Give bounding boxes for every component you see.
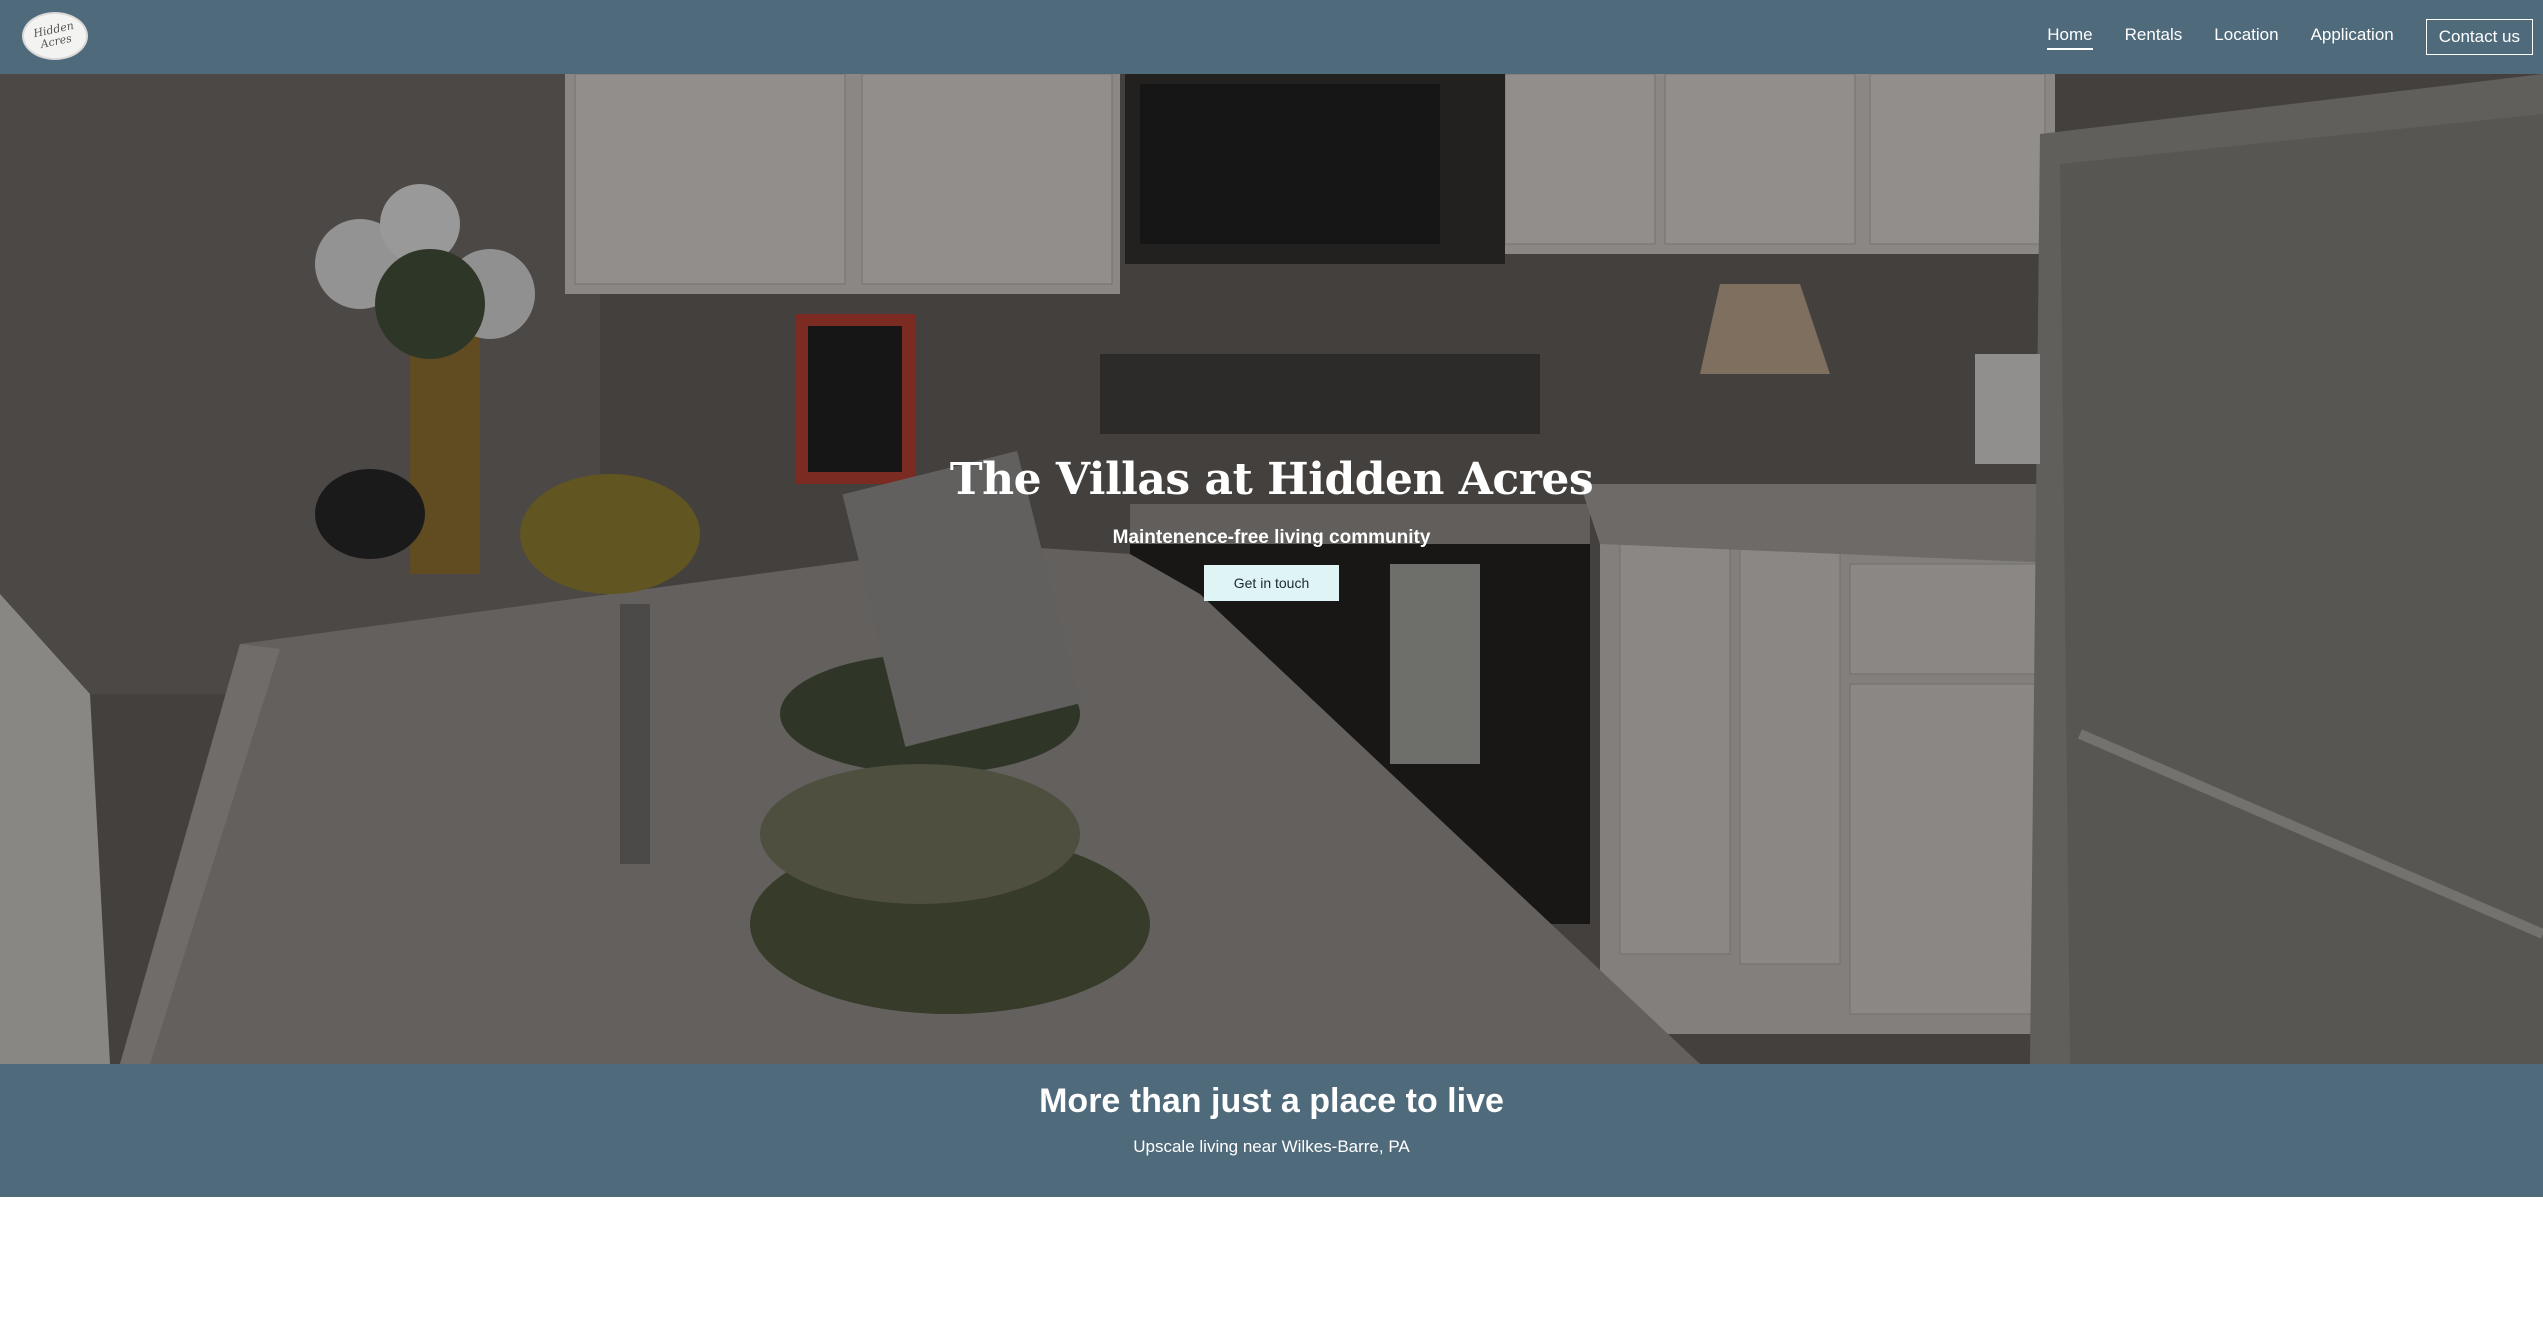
nav-link-home[interactable]: Home — [2047, 25, 2093, 50]
intro-band: More than just a place to live Upscale l… — [0, 1064, 2543, 1197]
nav-link-application[interactable]: Application — [2311, 25, 2394, 50]
hero-subtitle: Maintenence-free living community — [1112, 527, 1431, 548]
nav-link-location[interactable]: Location — [2214, 25, 2278, 50]
hero-title: The Villas at Hidden Acres — [949, 454, 1594, 505]
logo-text: Hidden Acres — [32, 19, 75, 52]
navbar: Hidden Acres Home Rentals Location Appli… — [0, 0, 2543, 74]
section-title: More than just a place to live — [1039, 1082, 1504, 1120]
hero-content: The Villas at Hidden Acres Maintenence-f… — [0, 454, 2543, 601]
site-logo[interactable]: Hidden Acres — [22, 12, 88, 60]
nav-link-rentals[interactable]: Rentals — [2125, 25, 2183, 50]
section-subtitle: Upscale living near Wilkes-Barre, PA — [1133, 1137, 1410, 1156]
nav-links: Home Rentals Location Application Contac… — [2015, 0, 2533, 74]
hero-section: The Villas at Hidden Acres Maintenence-f… — [0, 74, 2543, 1064]
contact-us-button[interactable]: Contact us — [2425, 19, 2533, 55]
get-in-touch-button[interactable]: Get in touch — [1203, 565, 1340, 601]
